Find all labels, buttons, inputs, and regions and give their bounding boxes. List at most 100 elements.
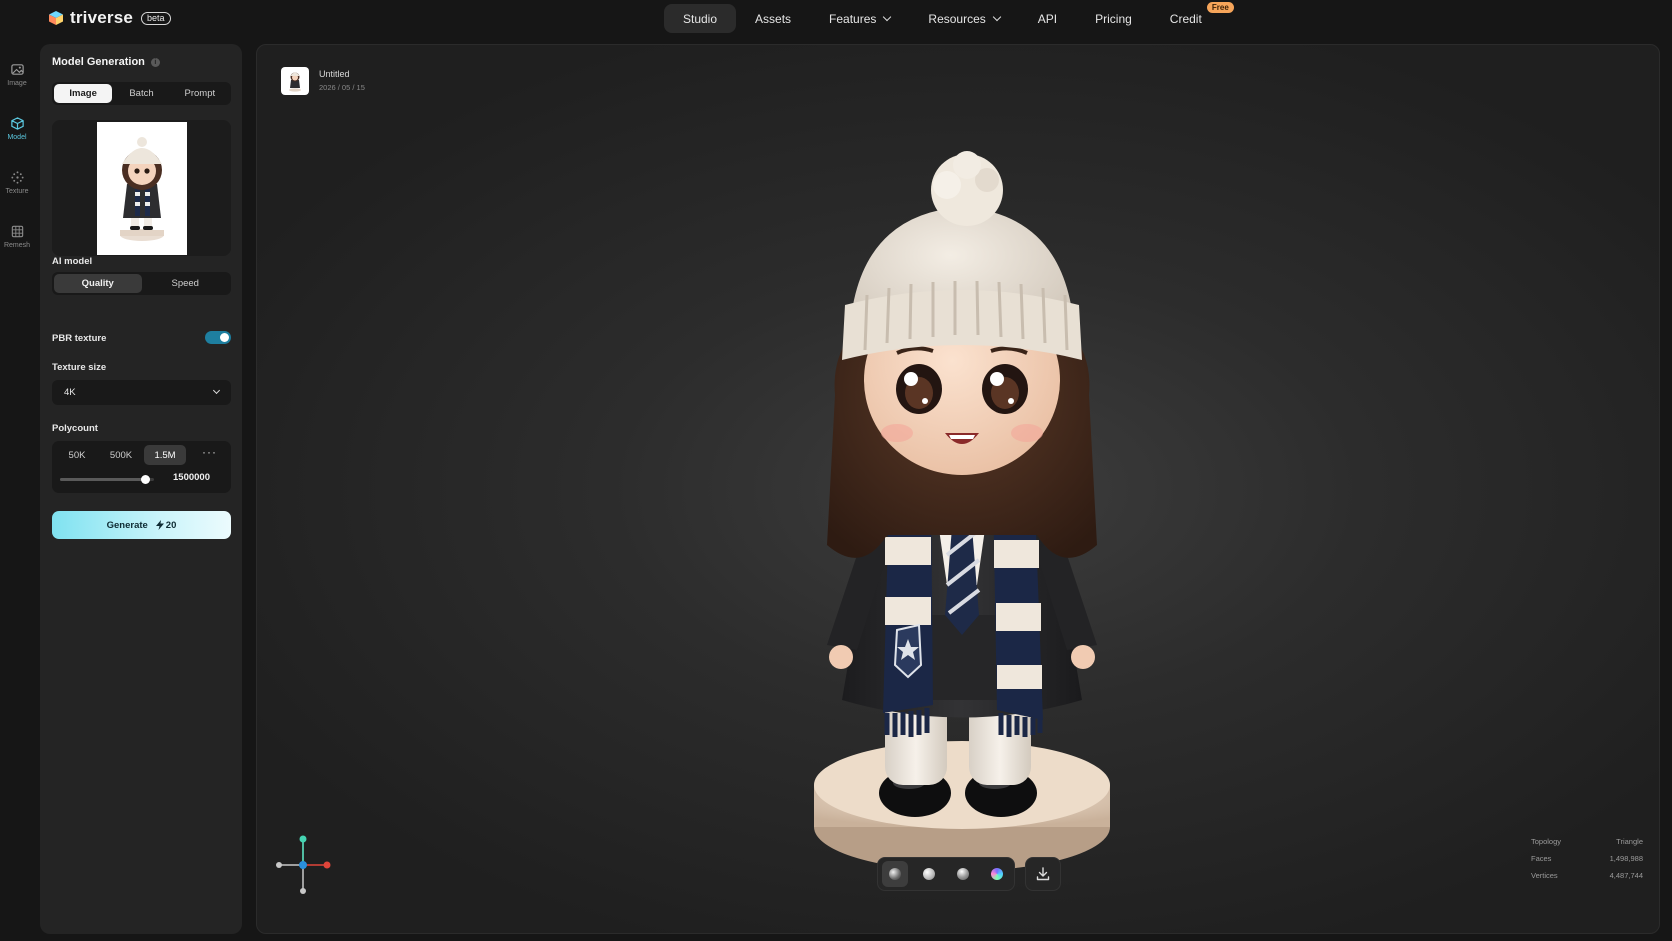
logo[interactable]: triverse beta xyxy=(48,8,171,28)
polycount-value[interactable]: 1500000 xyxy=(173,472,210,483)
chevron-down-icon xyxy=(212,386,221,395)
render-mode-matcap[interactable] xyxy=(950,861,976,887)
image-upload-area[interactable] xyxy=(52,120,231,256)
tab-image[interactable]: Image xyxy=(54,84,113,103)
nav-resources-label: Resources xyxy=(928,11,986,26)
grid-icon xyxy=(11,225,23,238)
generate-cost: 20 xyxy=(155,519,177,531)
3d-viewport[interactable]: Untitled 2026 / 05 / 15 Topology Triangl… xyxy=(256,44,1660,934)
panel-title-text: Model Generation xyxy=(52,56,145,68)
main-nav: Studio Assets Features Resources API Pri… xyxy=(664,2,1236,33)
generate-button[interactable]: Generate 20 xyxy=(52,511,231,539)
nav-pricing[interactable]: Pricing xyxy=(1076,4,1151,33)
figurine-thumbnail-illustration xyxy=(120,137,164,241)
polycount-slider-handle[interactable] xyxy=(140,475,150,484)
normal-icon xyxy=(991,868,1003,880)
pbr-texture-switch[interactable] xyxy=(205,331,231,344)
rail-label-image: Image xyxy=(7,80,27,87)
texture-icon xyxy=(10,171,24,184)
ai-model-quality[interactable]: Quality xyxy=(54,274,142,293)
render-mode-group xyxy=(877,857,1015,891)
polycount-presets: 50K 500K 1.5M xyxy=(56,445,186,465)
rail-label-remesh: Remesh xyxy=(3,242,31,249)
nav-credit-label: Credit xyxy=(1169,11,1202,26)
tab-prompt[interactable]: Prompt xyxy=(171,84,229,103)
shaded-icon xyxy=(889,868,901,880)
free-badge: Free xyxy=(1206,2,1234,13)
input-mode-tabs: Image Batch Prompt xyxy=(52,82,231,105)
matcap-icon xyxy=(957,868,969,880)
download-icon xyxy=(1036,867,1050,881)
ai-model-toggle: Quality Speed xyxy=(52,272,231,295)
nav-assets[interactable]: Assets xyxy=(736,4,810,33)
rail-label-model: Model xyxy=(7,134,27,141)
rail-item-remesh[interactable]: Remesh xyxy=(0,218,34,272)
nav-studio[interactable]: Studio xyxy=(664,4,737,33)
file-name[interactable]: Untitled xyxy=(319,69,365,79)
nav-credit[interactable]: Credit Free xyxy=(1151,2,1236,33)
render-mode-shaded[interactable] xyxy=(882,861,908,887)
nav-resources[interactable]: Resources xyxy=(909,4,1018,33)
stat-topology: Topology Triangle xyxy=(1531,837,1643,854)
brand-name: triverse xyxy=(70,8,134,27)
texture-size-label: Texture size xyxy=(52,362,107,373)
ai-model-speed[interactable]: Speed xyxy=(142,274,230,293)
pbr-texture-label: PBR texture xyxy=(52,333,107,344)
3d-model-render[interactable] xyxy=(797,145,1127,875)
file-meta: Untitled 2026 / 05 / 15 xyxy=(319,67,365,95)
nav-pricing-label: Pricing xyxy=(1095,11,1132,26)
mesh-stats: Topology Triangle Faces 1,498,988 Vertices… xyxy=(1531,837,1643,888)
rail-item-image[interactable]: Image xyxy=(0,56,34,110)
polycount-50k[interactable]: 50K xyxy=(56,445,98,465)
axis-gizmo[interactable] xyxy=(273,831,343,901)
file-thumbnail[interactable] xyxy=(281,67,309,95)
polycount-slider-fill xyxy=(60,478,145,481)
stat-faces-label: Faces xyxy=(1531,854,1552,863)
stat-vertices-value: 4,487,744 xyxy=(1609,871,1643,880)
texture-size-select[interactable]: 4K xyxy=(52,380,231,405)
chevron-down-icon xyxy=(992,12,1002,21)
beta-badge: beta xyxy=(141,11,171,25)
stat-topology-value: Triangle xyxy=(1616,837,1643,846)
file-info: Untitled 2026 / 05 / 15 xyxy=(281,67,365,95)
reference-image-thumbnail[interactable] xyxy=(97,122,187,255)
logo-icon xyxy=(49,11,63,25)
render-mode-clay[interactable] xyxy=(916,861,942,887)
stat-vertices-label: Vertices xyxy=(1531,871,1558,880)
tool-rail: Image Model Texture Remesh xyxy=(0,56,34,272)
polycount-500k[interactable]: 500K xyxy=(100,445,142,465)
rail-item-model[interactable]: Model xyxy=(0,110,34,164)
nav-api[interactable]: API xyxy=(1019,4,1076,33)
rail-item-texture[interactable]: Texture xyxy=(0,164,34,218)
chevron-down-icon xyxy=(883,12,892,21)
render-mode-normal[interactable] xyxy=(984,861,1010,887)
nav-api-label: API xyxy=(1037,11,1058,26)
generate-label: Generate xyxy=(106,519,148,531)
nav-studio-label: Studio xyxy=(683,11,718,26)
stat-faces-value: 1,498,988 xyxy=(1609,854,1643,863)
download-button[interactable] xyxy=(1025,857,1061,891)
file-date: 2026 / 05 / 15 xyxy=(319,83,365,92)
nav-features-label: Features xyxy=(829,11,877,26)
bolt-icon xyxy=(155,520,164,530)
rail-label-texture: Texture xyxy=(5,188,29,195)
tab-batch[interactable]: Batch xyxy=(112,84,170,103)
polycount-control: 50K 500K 1.5M ··· 1500000 xyxy=(52,441,231,493)
more-options-icon[interactable]: ··· xyxy=(202,445,217,459)
ai-model-label: AI model xyxy=(52,256,93,267)
clay-icon xyxy=(923,868,935,880)
render-toolbar xyxy=(877,857,1061,891)
model-generation-panel: Model Generation i Image Batch Prompt AI… xyxy=(40,44,242,934)
polycount-slider[interactable] xyxy=(60,475,154,484)
polycount-label: Polycount xyxy=(52,423,98,434)
cube-icon xyxy=(10,117,24,130)
stat-topology-label: Topology xyxy=(1531,837,1562,846)
polycount-1-5m[interactable]: 1.5M xyxy=(144,445,186,465)
nav-assets-label: Assets xyxy=(755,11,792,26)
stat-vertices: Vertices 4,487,744 xyxy=(1531,871,1643,888)
generate-cost-value: 20 xyxy=(165,519,177,531)
info-icon[interactable]: i xyxy=(150,57,160,67)
stat-faces: Faces 1,498,988 xyxy=(1531,854,1643,871)
image-icon xyxy=(10,64,24,75)
nav-features[interactable]: Features xyxy=(810,4,909,33)
